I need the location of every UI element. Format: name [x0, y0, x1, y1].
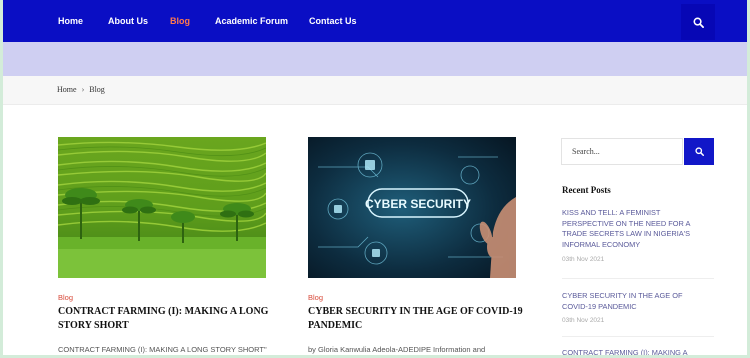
- divider: [562, 336, 714, 337]
- cyber-security-image-text: CYBER SECURITY: [365, 197, 471, 211]
- page-header-band: [3, 42, 747, 76]
- recent-post-title-line: INFORMAL ECONOMY: [562, 239, 641, 249]
- nav-blog[interactable]: Blog: [170, 16, 190, 26]
- recent-post-date: 03th Nov 2021: [562, 256, 605, 263]
- nav-search-button[interactable]: [681, 4, 715, 40]
- sidebar-search-input[interactable]: [561, 138, 683, 165]
- recent-post-link[interactable]: CONTRACT FARMING (I): MAKING A: [562, 348, 712, 357]
- cyber-security-image: CYBER SECURITY: [308, 137, 516, 278]
- post-thumbnail-cyber-security[interactable]: CYBER SECURITY: [308, 137, 516, 278]
- recent-post-title-line: COVID-19 PANDEMIC: [562, 301, 637, 311]
- recent-post-link[interactable]: CYBER SECURITY IN THE AGE OF COVID-19 PA…: [562, 291, 712, 312]
- recent-post-title-line: PERSPECTIVE ON THE NEED FOR A: [562, 218, 691, 228]
- top-navbar: Home About Us Blog Academic Forum Contac…: [3, 0, 747, 42]
- breadcrumb-current: Blog: [89, 85, 105, 94]
- post-excerpt: CONTRACT FARMING (I): MAKING A LONG STOR…: [58, 345, 267, 354]
- divider: [562, 278, 714, 279]
- recent-post-title-line: CYBER SECURITY IN THE AGE OF: [562, 291, 683, 300]
- recent-posts-heading: Recent Posts: [562, 185, 611, 195]
- post-title-line: CYBER SECURITY IN THE AGE OF COVID-19: [308, 306, 523, 317]
- recent-post-title-line: CONTRACT FARMING (I): MAKING A: [562, 348, 688, 357]
- nav-home[interactable]: Home: [58, 16, 83, 26]
- recent-post-title-line: TRADE SECRETS LAW IN NIGERIA'S: [562, 229, 691, 238]
- nav-contact-us[interactable]: Contact Us: [309, 16, 357, 26]
- sidebar-search-button[interactable]: [684, 138, 714, 165]
- nav-about-us[interactable]: About Us: [108, 16, 148, 26]
- post-title-line: CONTRACT FARMING (I): MAKING A LONG: [58, 306, 269, 317]
- post-excerpt: by Gloria Kanwulia Adeola-ADEDIPE Inform…: [308, 345, 486, 354]
- post-title[interactable]: CYBER SECURITY IN THE AGE OF COVID-19 PA…: [308, 305, 523, 333]
- recent-post-link[interactable]: KISS AND TELL: A FEMINIST PERSPECTIVE ON…: [562, 208, 712, 250]
- search-icon: [694, 147, 704, 156]
- post-title[interactable]: CONTRACT FARMING (I): MAKING A LONG STOR…: [58, 305, 268, 333]
- rice-terrace-image: [58, 137, 266, 278]
- breadcrumb-bar: Home › Blog: [3, 76, 747, 105]
- breadcrumb-separator: ›: [81, 85, 85, 94]
- post-category[interactable]: Blog: [308, 293, 323, 302]
- recent-post-title-line: KISS AND TELL: A FEMINIST: [562, 208, 661, 217]
- recent-post-date: 03th Nov 2021: [562, 317, 605, 324]
- nav-academic-forum[interactable]: Academic Forum: [215, 16, 288, 26]
- page: Home About Us Blog Academic Forum Contac…: [0, 0, 750, 358]
- post-thumbnail-rice-terraces[interactable]: [58, 137, 266, 278]
- breadcrumb-home[interactable]: Home: [57, 85, 77, 94]
- post-title-line: STORY SHORT: [58, 320, 129, 331]
- search-icon: [693, 17, 704, 28]
- post-title-line: PANDEMIC: [308, 320, 363, 331]
- post-category[interactable]: Blog: [58, 293, 73, 302]
- breadcrumb: Home › Blog: [57, 85, 105, 94]
